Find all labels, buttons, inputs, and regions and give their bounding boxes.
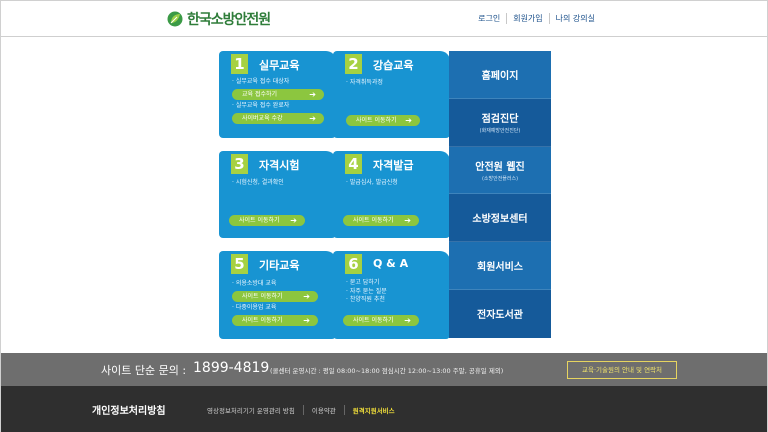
contact-label: 사이트 단순 문의 : xyxy=(101,364,187,377)
go-to-site-button[interactable]: 사이트 이동하기 ➔ xyxy=(232,291,318,302)
my-classroom-link[interactable]: 나의 강의실 xyxy=(548,13,601,24)
terms-link[interactable]: 이용약관 xyxy=(302,405,344,415)
contact-phone: 1899-4819 xyxy=(193,360,270,376)
top-nav: 로그인 회원가입 나의 강의실 xyxy=(472,13,601,24)
tile-title: 강습교육 xyxy=(373,59,414,72)
contact-bar: 사이트 단순 문의 : 1899-4819 (콜센터 운영시간 : 평일 08:… xyxy=(1,353,767,386)
side-menu-fire-info-center[interactable]: 소방정보센터 xyxy=(449,194,551,243)
tile-qualification-exam: 3 자격시험 시험신청, 결과확인 사이트 이동하기➔ xyxy=(219,151,336,238)
arrow-right-icon: ➔ xyxy=(303,292,310,301)
go-to-site-button[interactable]: 사이트 이동하기 ➔ xyxy=(229,215,305,226)
login-link[interactable]: 로그인 xyxy=(472,13,506,24)
list-item: 자격취득과정 xyxy=(346,78,383,88)
contact-hours: (콜센터 운영시간 : 평일 08:00~18:00 점심시간 12:00~13… xyxy=(270,367,504,375)
list-item: 묻고 답하기 xyxy=(346,279,387,288)
go-to-site-button[interactable]: 사이트 이동하기 ➔ xyxy=(232,315,318,326)
list-item: 의용소방대 교육 xyxy=(232,279,277,289)
tile-practical-education: 1 실무교육 실무교육 접수 대상자 교육 접수하기➔ 실무교육 접수 완료자 … xyxy=(219,51,336,138)
list-item: 다중이용업 교육 xyxy=(232,303,277,313)
tile-title: 자격발급 xyxy=(373,159,414,172)
go-to-site-button[interactable]: 사이트 이동하기 ➔ xyxy=(343,215,419,226)
list-item: 실무교육 접수 대상자 xyxy=(232,77,290,87)
tile-number: 4 xyxy=(345,154,362,174)
tile-number: 6 xyxy=(345,254,362,274)
arrow-right-icon: ➔ xyxy=(303,316,310,325)
apply-education-button[interactable]: 교육 접수하기 ➔ xyxy=(232,89,324,100)
arrow-right-icon: ➔ xyxy=(404,216,411,225)
side-menu-e-library[interactable]: 전자도서관 xyxy=(449,289,551,338)
tile-other-education: 5 기타교육 의용소방대 교육 사이트 이동하기➔ 다중이용업 교육 사이트 이… xyxy=(219,251,336,339)
tile-training-course: 2 강습교육 자격취득과정 사이트 이동하기➔ xyxy=(333,51,450,138)
remote-support-link[interactable]: 원격지원서비스 xyxy=(343,405,403,415)
tile-title: Q & A xyxy=(373,257,409,270)
side-menu-inspection[interactable]: 점검진단 (화재예방안전진단) xyxy=(449,98,551,147)
privacy-policy-link[interactable]: 개인정보처리방침 xyxy=(92,402,166,417)
tile-number: 3 xyxy=(231,154,248,174)
arrow-right-icon: ➔ xyxy=(309,90,316,99)
tile-title: 자격시험 xyxy=(259,159,300,172)
tile-title: 기타교육 xyxy=(259,259,300,272)
signup-link[interactable]: 회원가입 xyxy=(506,13,548,24)
footer-links: 영상정보처리기기 운영관리 방침 이용약관 원격지원서비스 xyxy=(199,405,403,415)
list-item: 실무교육 접수 완료자 xyxy=(232,101,290,111)
logo-leaf-icon xyxy=(167,11,183,27)
tile-number: 1 xyxy=(231,54,248,74)
tile-number: 5 xyxy=(231,254,248,274)
arrow-right-icon: ➔ xyxy=(405,116,412,125)
go-to-site-button[interactable]: 사이트 이동하기 ➔ xyxy=(343,315,419,326)
go-to-site-button[interactable]: 사이트 이동하기 ➔ xyxy=(346,115,420,126)
tile-number: 2 xyxy=(345,54,362,74)
cctv-policy-link[interactable]: 영상정보처리기기 운영관리 방침 xyxy=(199,405,303,415)
tile-title: 실무교육 xyxy=(259,59,300,72)
cyber-education-button[interactable]: 사이버교육 수강 ➔ xyxy=(232,113,324,124)
header: 한국소방안전원 로그인 회원가입 나의 강의실 xyxy=(1,1,767,37)
page-frame: 한국소방안전원 로그인 회원가입 나의 강의실 1 실무교육 실무교육 접수 대… xyxy=(0,0,768,432)
arrow-right-icon: ➔ xyxy=(309,114,316,123)
list-item: 자주 묻는 질문 xyxy=(346,288,387,297)
side-menu-member-service[interactable]: 회원서비스 xyxy=(449,242,551,290)
tile-certificate-issue: 4 자격발급 발급심사, 발급신청 사이트 이동하기➔ xyxy=(333,151,450,238)
side-menu-webzine[interactable]: 안전원 웹진 (소방안전플러스) xyxy=(449,147,551,195)
logo[interactable]: 한국소방안전원 xyxy=(167,9,271,29)
side-menu: 홈페이지 점검진단 (화재예방안전진단) 안전원 웹진 (소방안전플러스) 소방… xyxy=(449,51,551,338)
side-menu-homepage[interactable]: 홈페이지 xyxy=(449,51,551,99)
contact-guide-button[interactable]: 교육·기술원의 안내 및 연락처 xyxy=(567,361,677,379)
list-item: 찬양직원 추천 xyxy=(346,296,387,305)
arrow-right-icon: ➔ xyxy=(290,216,297,225)
list-item: 시험신청, 결과확인 xyxy=(232,178,284,188)
footer: 개인정보처리방침 영상정보처리기기 운영관리 방침 이용약관 원격지원서비스 xyxy=(1,386,767,432)
logo-text: 한국소방안전원 xyxy=(187,12,271,28)
tile-qna: 6 Q & A 묻고 답하기 자주 묻는 질문 찬양직원 추천 사이트 이동하기… xyxy=(333,251,450,339)
arrow-right-icon: ➔ xyxy=(404,316,411,325)
list-item: 발급심사, 발급신청 xyxy=(346,178,398,188)
